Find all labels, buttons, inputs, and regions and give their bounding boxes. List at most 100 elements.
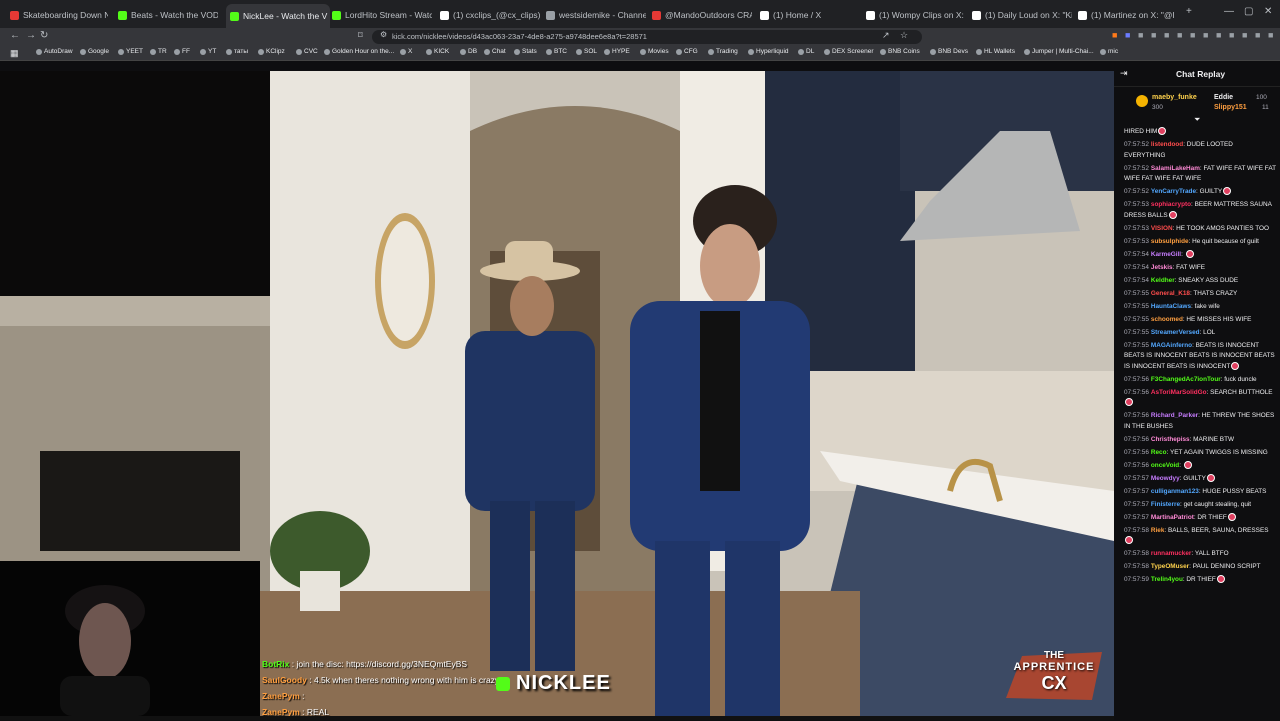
browser-tab[interactable]: NickLee - Watch the V <box>226 4 330 28</box>
close-window-button[interactable]: ✕ <box>1264 6 1272 17</box>
bookmark-item[interactable]: YEET <box>118 48 143 55</box>
leader-user-3[interactable]: Slippy151 <box>1214 104 1247 111</box>
bookmark-item[interactable]: BNB Devs <box>930 48 968 55</box>
bookmark-item[interactable]: KClipz <box>258 48 285 55</box>
browser-tab[interactable]: LordHito Stream - Watch Live <box>332 6 432 24</box>
back-icon[interactable]: ← <box>10 30 20 41</box>
chat-username[interactable]: YenCarryTrade <box>1151 188 1196 195</box>
bookmark-item[interactable]: Stats <box>514 48 537 55</box>
bookmark-item[interactable]: Golden Hour on the... <box>324 48 394 55</box>
browser-tab[interactable]: @MandoOutdoors CRASHES <box>652 6 752 24</box>
bookmark-item[interactable]: таты <box>226 48 248 55</box>
browser-tab[interactable]: Skateboarding Down Norwegi <box>10 6 108 24</box>
url-field[interactable]: kick.com/nicklee/videos/d43ac063-23a7-4d… <box>372 30 922 44</box>
chat-username[interactable]: onceVoid <box>1151 462 1179 469</box>
site-info-icon[interactable]: ⚙ <box>380 30 387 39</box>
browser-tab[interactable]: (1) Daily Loud on X: "Kick stre <box>972 6 1072 24</box>
share-icon[interactable]: ↗ <box>882 30 890 41</box>
extension-icon[interactable]: ■ <box>1216 30 1221 40</box>
new-tab-button[interactable]: + <box>1186 6 1192 17</box>
chat-username[interactable]: runnamucker <box>1151 550 1192 557</box>
chat-username[interactable]: sophiacrypto <box>1151 201 1191 208</box>
chat-username[interactable]: listendood <box>1151 141 1183 148</box>
chat-username[interactable]: F3ChangedAc7ionTour <box>1151 376 1221 383</box>
chat-username[interactable]: Reco <box>1151 449 1167 456</box>
chat-username[interactable]: Keldher <box>1151 277 1175 284</box>
browser-tab[interactable]: Beats - Watch the VOD on Kick <box>118 6 218 24</box>
chat-username[interactable]: MartinaPatriot <box>1151 514 1194 521</box>
browser-tab[interactable]: (1) Martinez on X: "@DailyLou <box>1078 6 1174 24</box>
chat-username[interactable]: MAGAinferno <box>1151 342 1192 349</box>
chat-username[interactable]: TypeOMuser <box>1151 563 1189 570</box>
minimize-button[interactable]: — <box>1224 6 1234 17</box>
bookmark-item[interactable]: CFG <box>676 48 698 55</box>
extension-icon[interactable]: ■ <box>1255 30 1260 40</box>
bookmark-item[interactable]: mic <box>1100 48 1118 55</box>
bookmark-item[interactable]: HYPE <box>604 48 630 55</box>
extension-icon[interactable]: ■ <box>1177 30 1182 40</box>
chat-username[interactable]: Jetskis <box>1151 264 1173 271</box>
extension-icon[interactable]: ■ <box>1268 30 1273 40</box>
bookmark-item[interactable]: BNB Coins <box>880 48 920 55</box>
apps-icon[interactable]: ▦ <box>10 48 19 59</box>
chat-username[interactable]: culliganman123 <box>1151 488 1199 495</box>
chat-username[interactable]: Riek <box>1151 527 1165 534</box>
extension-icon[interactable]: ■ <box>1203 30 1208 40</box>
bookmark-item[interactable]: Jumper | Multi-Chai... <box>1024 48 1094 55</box>
bookmark-item[interactable]: HL Wallets <box>976 48 1015 55</box>
chat-username[interactable]: schoomed <box>1151 316 1183 323</box>
bookmark-item[interactable]: YT <box>200 48 216 55</box>
chat-username[interactable]: Meowdyy <box>1151 475 1180 482</box>
chat-username[interactable]: VISION <box>1151 225 1173 232</box>
extension-icon[interactable]: ■ <box>1138 30 1143 40</box>
reload-icon[interactable]: ↻ <box>40 30 48 41</box>
bookmark-item[interactable]: CVC <box>296 48 318 55</box>
chat-username[interactable]: Christhepiss <box>1151 436 1190 443</box>
expand-icon[interactable]: ⏷ <box>1194 115 1200 125</box>
extension-icon[interactable]: ■ <box>1242 30 1247 40</box>
chat-username[interactable]: AsToriMarSolidGo <box>1151 389 1207 396</box>
extension-icon[interactable]: ■ <box>1164 30 1169 40</box>
chat-username[interactable]: SalamiLakeHam <box>1151 165 1200 172</box>
bookmark-item[interactable]: BTC <box>546 48 567 55</box>
bookmark-item[interactable]: TR <box>150 48 167 55</box>
bookmark-item[interactable]: FF <box>174 48 190 55</box>
leader-user-1[interactable]: maeby_funke <box>1152 94 1197 101</box>
chat-username[interactable]: Finisterre <box>1151 501 1180 508</box>
chat-username[interactable]: StreamerVersed <box>1151 329 1200 336</box>
extension-icon[interactable]: ■ <box>1125 30 1130 40</box>
extension-icon[interactable]: ■ <box>1190 30 1195 40</box>
bookmark-item[interactable]: KICK <box>426 48 449 55</box>
extension-icon[interactable]: ■ <box>1229 30 1234 40</box>
bookmark-item[interactable]: AutoDraw <box>36 48 73 55</box>
bookmark-item[interactable]: Google <box>80 48 109 55</box>
maximize-button[interactable]: ▢ <box>1244 6 1253 17</box>
chat-username[interactable]: subsulphide <box>1151 238 1189 245</box>
bookmark-item[interactable]: DB <box>460 48 477 55</box>
browser-tab[interactable]: westsidemike - Channel Strea <box>546 6 646 24</box>
bookmark-item[interactable]: SOL <box>576 48 597 55</box>
chat-username[interactable]: General_K18 <box>1151 290 1190 297</box>
bookmark-item[interactable]: Hyperliquid <box>748 48 789 55</box>
bookmark-item[interactable]: Chat <box>484 48 506 55</box>
player-controls[interactable] <box>0 716 1114 720</box>
leader-user-2[interactable]: Eddie <box>1214 94 1233 101</box>
browser-tab[interactable]: (1) Wompy Clips on X: "@Trop <box>866 6 966 24</box>
extension-icon[interactable]: ■ <box>1151 30 1156 40</box>
bookmark-icon[interactable]: ⌑ <box>358 30 363 41</box>
bookmark-item[interactable]: DL <box>798 48 814 55</box>
browser-tab[interactable]: (1) Home / X <box>760 6 860 24</box>
bookmark-item[interactable]: X <box>400 48 412 55</box>
chat-username[interactable]: Richard_Parker <box>1151 412 1198 419</box>
chat-username[interactable]: KarmeGill <box>1151 251 1181 258</box>
chat-username[interactable]: Trelin4you <box>1151 576 1183 583</box>
extension-icon[interactable]: ■ <box>1112 30 1117 40</box>
chat-username[interactable]: HauntaClaws <box>1151 303 1191 310</box>
bookmark-item[interactable]: Trading <box>708 48 738 55</box>
star-icon[interactable]: ☆ <box>900 30 908 41</box>
collapse-chat-icon[interactable]: ⇥ <box>1120 68 1128 79</box>
browser-tab[interactable]: (1) cxclips_(@cx_clips) / X <box>440 6 540 24</box>
forward-icon[interactable]: → <box>26 30 36 41</box>
bookmark-item[interactable]: Movies <box>640 48 669 55</box>
bookmark-item[interactable]: DEX Screener <box>824 48 874 55</box>
